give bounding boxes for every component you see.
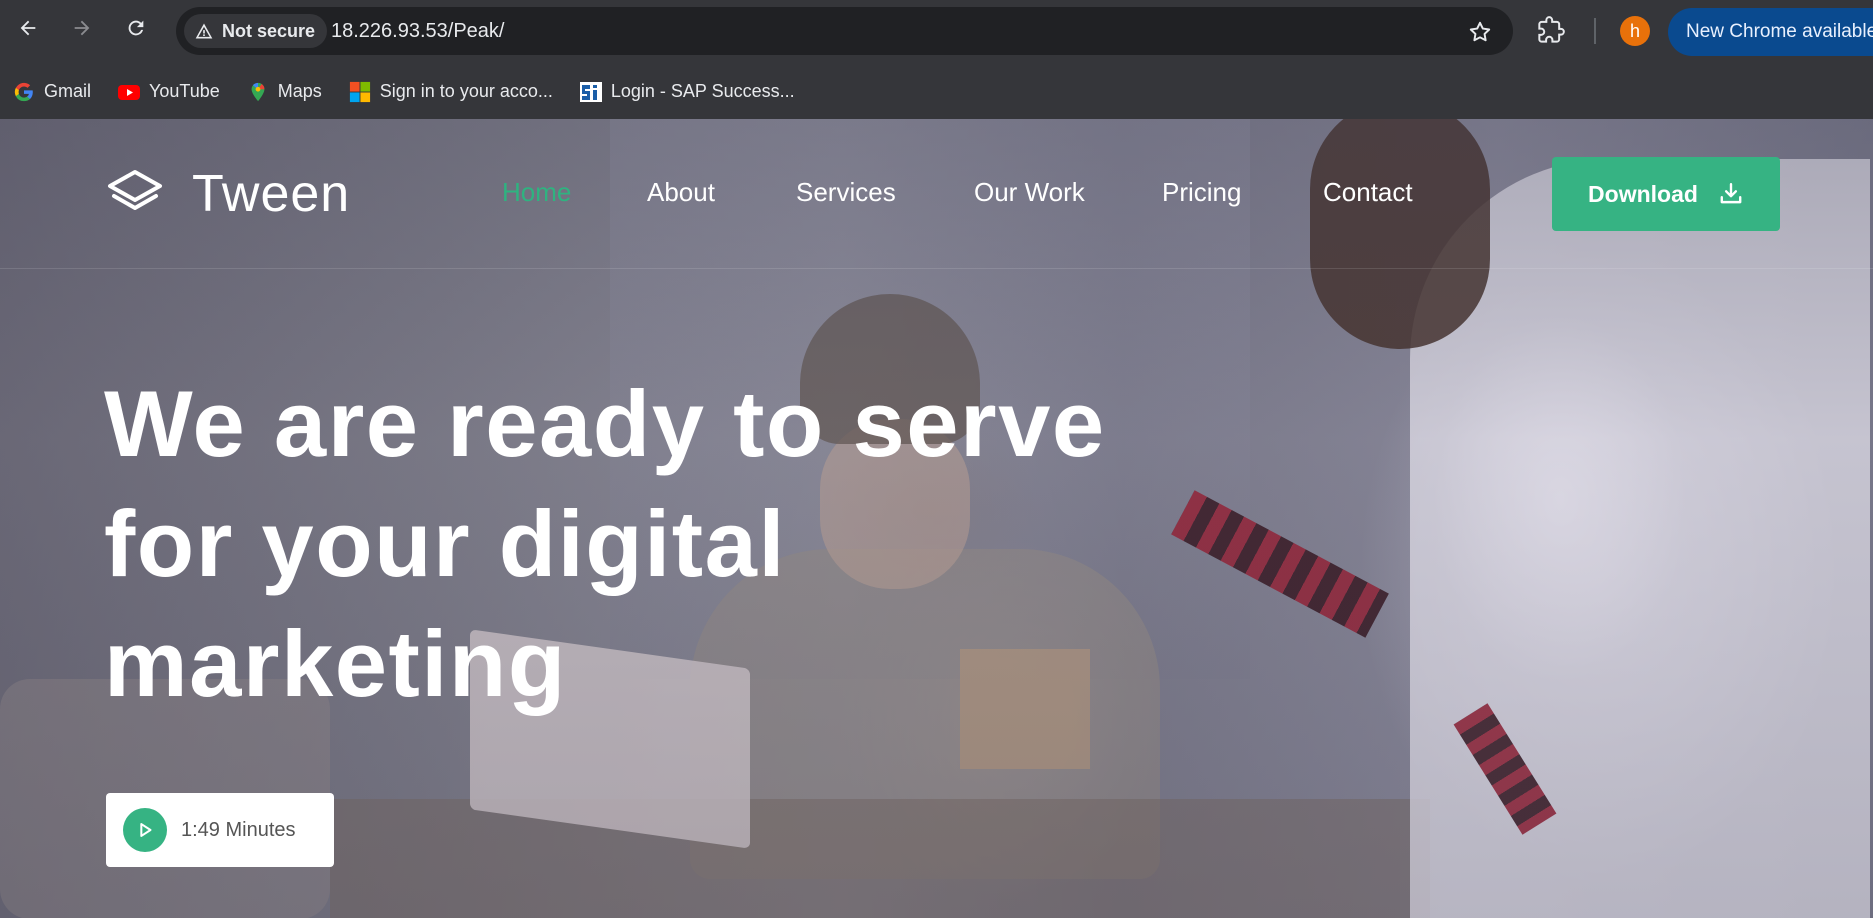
bookmark-star-icon[interactable] — [1467, 19, 1493, 45]
arrow-left-icon — [20, 20, 36, 36]
forward-button[interactable] — [66, 12, 98, 44]
bookmark-label: Sign in to your acco... — [379, 81, 553, 101]
reload-button[interactable] — [120, 12, 152, 44]
back-button[interactable] — [12, 12, 44, 44]
play-icon — [123, 808, 167, 852]
video-duration-label: 1:49 Minutes — [181, 818, 296, 841]
nav-pricing[interactable]: Pricing — [1162, 177, 1241, 208]
page-viewport: Tween Home About Services Our Work Prici… — [0, 119, 1873, 918]
download-label: Download — [1588, 180, 1698, 207]
nav-services[interactable]: Services — [796, 177, 896, 208]
nav-our-work[interactable]: Our Work — [974, 177, 1085, 208]
bookmarks-bar: Gmail YouTube Maps Sign in to your acco.… — [0, 64, 1873, 119]
bookmark-label: Maps — [277, 81, 322, 101]
maps-pin-icon — [246, 80, 270, 104]
bookmark-label: Gmail — [44, 81, 92, 101]
site-logo[interactable]: Tween — [104, 164, 350, 224]
download-icon — [1720, 183, 1742, 204]
security-label: Not secure — [222, 20, 316, 41]
browser-toolbar: Not secure 18.226.93.53/Peak/ h New Chro… — [0, 0, 1873, 64]
microsoft-icon — [348, 80, 372, 104]
nav-contact[interactable]: Contact — [1323, 177, 1413, 208]
extensions-puzzle-icon[interactable] — [1537, 16, 1565, 44]
bookmark-maps[interactable]: Maps — [246, 80, 322, 104]
new-chrome-available-button[interactable]: New Chrome available — [1668, 8, 1873, 56]
layers-icon — [108, 170, 162, 210]
sap-si-icon — [579, 80, 603, 104]
warning-triangle-icon — [195, 23, 213, 39]
reload-icon — [128, 20, 144, 36]
address-bar[interactable]: Not secure 18.226.93.53/Peak/ — [176, 7, 1513, 55]
bookmark-youtube[interactable]: YouTube — [117, 80, 220, 104]
google-icon — [12, 80, 36, 104]
security-chip[interactable]: Not secure — [184, 14, 328, 48]
bookmark-label: Login - SAP Success... — [610, 81, 795, 101]
bookmark-label: YouTube — [149, 81, 220, 101]
logo-text: Tween — [192, 165, 351, 223]
bookmark-microsoft-signin[interactable]: Sign in to your acco... — [348, 80, 553, 104]
arrow-right-icon — [74, 20, 90, 36]
nav-about[interactable]: About — [647, 177, 715, 208]
hero-title-line: for your digital — [104, 491, 786, 596]
play-video-button[interactable]: 1:49 Minutes — [106, 793, 334, 867]
bookmark-sap-success[interactable]: Login - SAP Success... — [579, 80, 795, 104]
download-button[interactable]: Download — [1552, 157, 1780, 231]
youtube-icon — [117, 80, 141, 104]
profile-avatar[interactable]: h — [1620, 16, 1650, 46]
toolbar-divider — [1594, 18, 1596, 44]
site-header: Tween Home About Services Our Work Prici… — [0, 119, 1873, 269]
url-text[interactable]: 18.226.93.53/Peak/ — [331, 20, 504, 43]
nav-home[interactable]: Home — [502, 177, 571, 208]
hero-title-line: marketing — [104, 611, 567, 716]
hero-title-line: We are ready to serve — [104, 371, 1106, 476]
bookmark-gmail[interactable]: Gmail — [12, 80, 91, 104]
hero-title: We are ready to serve for your digital m… — [104, 364, 1204, 724]
